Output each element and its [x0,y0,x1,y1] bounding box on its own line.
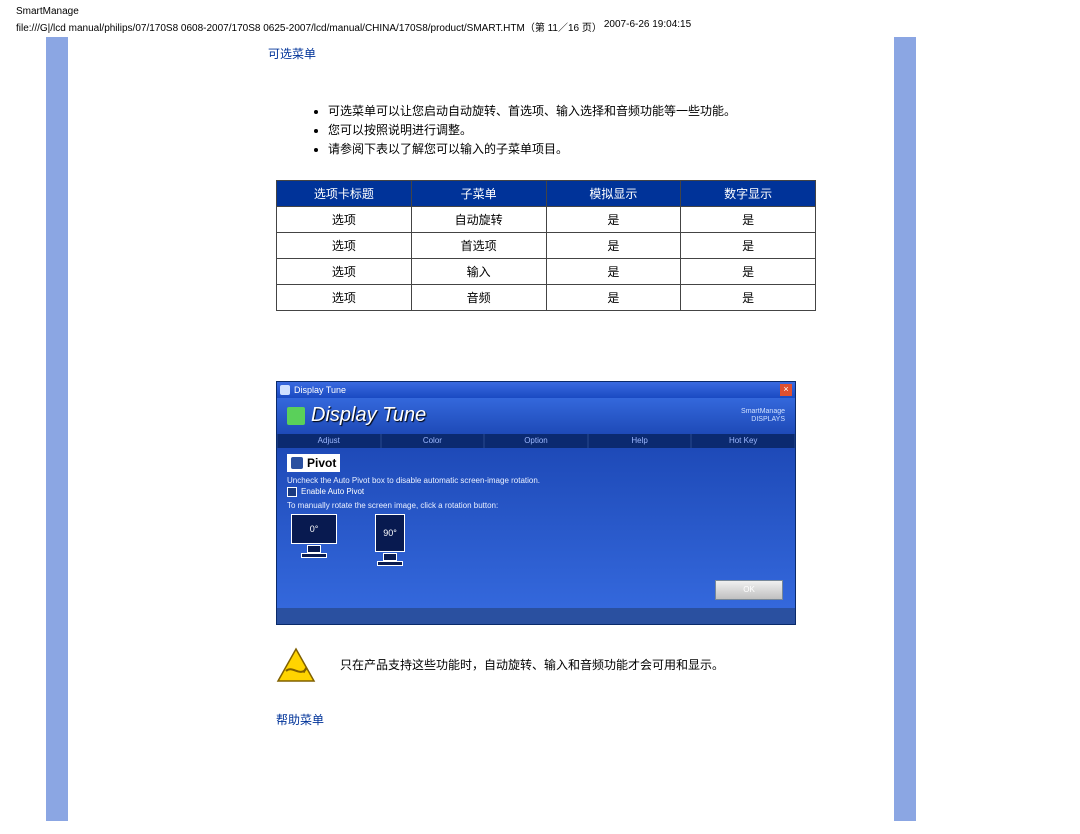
manual-desc: To manually rotate the screen image, cli… [287,501,785,510]
table-header: 数字显示 [681,180,816,206]
tab-hotkey[interactable]: Hot Key [691,434,795,448]
table-row: 选项 自动旋转 是 是 [277,206,816,232]
section-title-options: 可选菜单 [268,45,894,62]
rotate-0-button[interactable]: 0° [287,514,341,566]
table-header: 选项卡标题 [277,180,412,206]
table-header: 模拟显示 [546,180,681,206]
checkbox-icon [287,487,297,497]
tab-option[interactable]: Option [484,434,588,448]
options-table: 选项卡标题 子菜单 模拟显示 数字显示 选项 自动旋转 是 是 选项 首选项 是… [276,180,816,311]
table-header-row: 选项卡标题 子菜单 模拟显示 数字显示 [277,180,816,206]
tab-adjust[interactable]: Adjust [277,434,381,448]
left-decor-stripe [46,37,68,821]
footer-path: file:///G|/lcd manual/philips/07/170S8 0… [16,19,602,34]
auto-pivot-checkbox[interactable]: Enable Auto Pivot [287,487,785,497]
monitor-icon: 0° [291,514,337,544]
table-header: 子菜单 [411,180,546,206]
pivot-desc: Uncheck the Auto Pivot box to disable au… [287,476,785,485]
monitor-icon: 90° [375,514,405,552]
list-item: 您可以按照说明进行调整。 [328,121,894,140]
pivot-title: Pivot [287,454,340,472]
footer-time: 2007-6-26 19:04:15 [604,19,691,34]
window-title: Display Tune [294,385,346,395]
pivot-panel: Pivot Uncheck the Auto Pivot box to disa… [277,448,795,608]
table-row: 选项 首选项 是 是 [277,232,816,258]
app-icon [280,385,290,395]
note-text: 只在产品支持这些功能时，自动旋转、输入和音频功能才会可用和显示。 [340,656,724,673]
close-icon[interactable]: × [780,384,792,396]
logo-icon [287,407,305,425]
section-title-help: 帮助菜单 [276,711,894,728]
checkbox-label: Enable Auto Pivot [301,487,364,496]
screenshot-window: Display Tune × Display Tune SmartManage … [276,381,796,625]
list-item: 可选菜单可以让您启动自动旋转、首选项、输入选择和音频功能等一些功能。 [328,102,894,121]
table-row: 选项 音频 是 是 [277,284,816,310]
ok-button[interactable]: OK [715,580,783,600]
list-item: 请参阅下表以了解您可以输入的子菜单项目。 [328,140,894,159]
table-row: 选项 输入 是 是 [277,258,816,284]
brand-text: Display Tune [311,404,426,427]
warning-icon [276,647,316,683]
rotate-90-button[interactable]: 90° [363,514,417,566]
tab-strip: Adjust Color Option Help Hot Key [277,434,795,448]
bullets-list: 可选菜单可以让您启动自动旋转、首选项、输入选择和音频功能等一些功能。 您可以按照… [268,102,894,160]
pivot-icon [291,457,303,469]
page-header: SmartManage [0,0,1080,19]
tab-color[interactable]: Color [381,434,485,448]
tab-help[interactable]: Help [588,434,692,448]
right-decor-stripe [894,37,916,821]
window-footer [277,608,795,624]
model-text: SmartManage DISPLAYS [741,408,785,423]
